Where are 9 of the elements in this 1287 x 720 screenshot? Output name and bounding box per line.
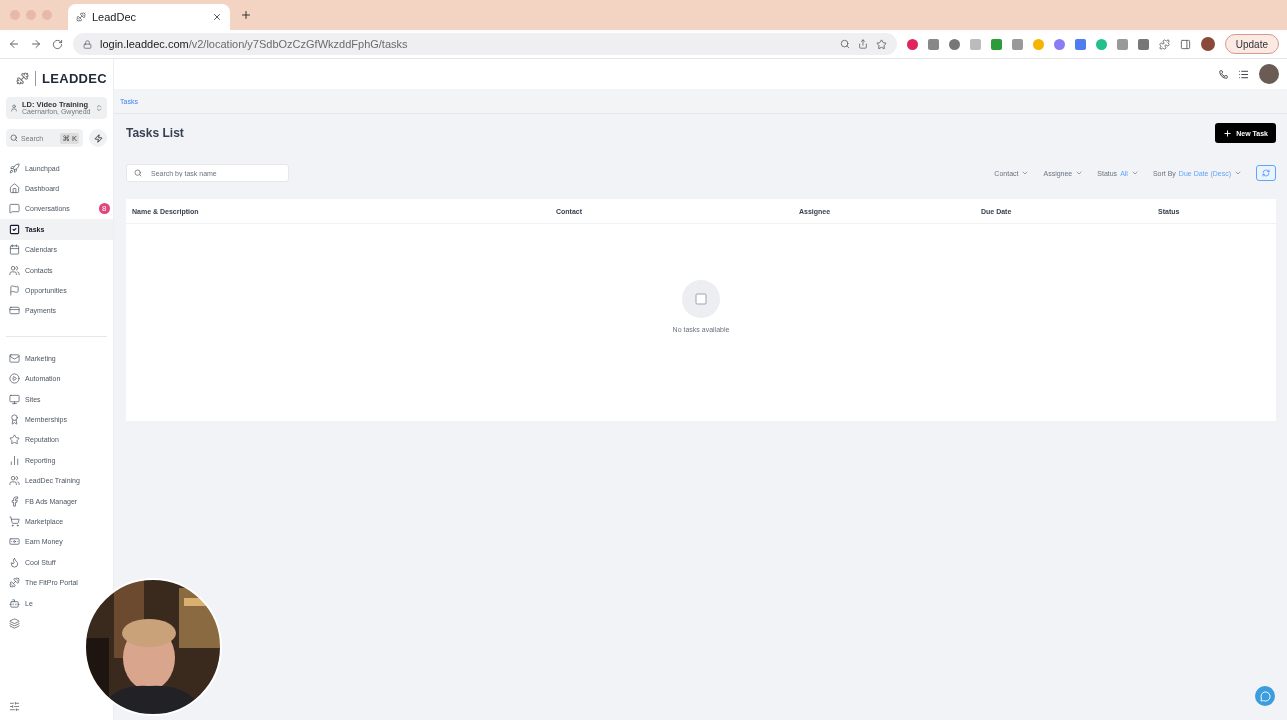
url-path: /v2/location/y7SdbOzCzGfWkzddFphG/tasks — [188, 38, 408, 50]
page-title: Tasks List — [126, 126, 184, 140]
update-button[interactable]: Update — [1224, 34, 1279, 54]
address-bar[interactable]: login.leaddec.com/v2/location/y7SdbOzCzGfWkzddFphG/tasks — [73, 33, 897, 55]
url-host: login.leaddec.com — [100, 38, 189, 50]
logo-text: LEADDEC — [35, 70, 107, 86]
tab-title: LeadDec — [92, 11, 138, 23]
browser-tab[interactable]: LeadDec — [68, 4, 230, 30]
unread-badge: 8 — [98, 203, 110, 215]
